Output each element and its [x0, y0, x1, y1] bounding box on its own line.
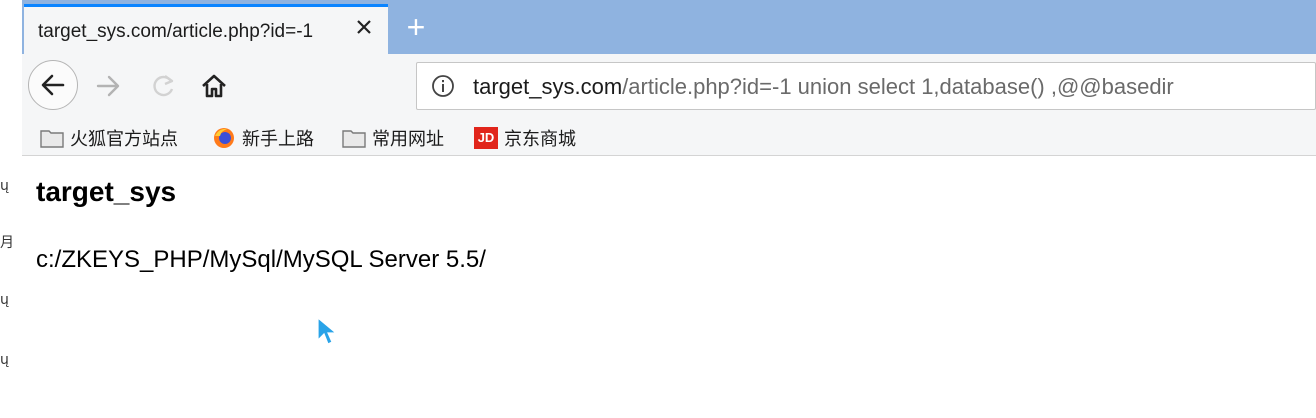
background-window-edge: ų 月 ų ų [0, 0, 23, 418]
query-result-text: c:/ZKEYS_PHP/MySql/MySQL Server 5.5/ [36, 246, 486, 273]
bookmarks-toolbar: 火狐官方站点 新手上路 常用网址 JD 京东商城 [22, 120, 1316, 156]
folder-icon [342, 127, 366, 149]
arrow-left-icon [41, 74, 65, 96]
page-heading: target_sys [36, 176, 177, 207]
url-host: target_sys.com [473, 74, 623, 99]
folder-icon [40, 127, 64, 149]
browser-window: target_sys.com/article.php?id=-1 + targe… [22, 0, 1316, 418]
jd-badge: JD [474, 127, 498, 149]
address-bar[interactable]: target_sys.com/article.php?id=-1 union s… [416, 62, 1316, 110]
arrow-right-icon [96, 75, 120, 97]
plus-icon: + [406, 9, 426, 45]
background-text-fragment: ų [0, 292, 9, 308]
home-button[interactable] [196, 68, 232, 104]
bookmark-label: 京东商城 [504, 129, 576, 150]
new-tab-button[interactable]: + [398, 10, 434, 46]
bookmark-common-sites[interactable]: 常用网址 [342, 124, 444, 152]
bookmark-label: 火狐官方站点 [70, 129, 178, 150]
page-content: target_sys c:/ZKEYS_PHP/MySql/MySQL Serv… [22, 156, 1316, 418]
bookmark-jd-mall[interactable]: JD 京东商城 [474, 124, 576, 152]
navigation-toolbar: target_sys.com/article.php?id=-1 union s… [22, 54, 1316, 120]
tab-active[interactable]: target_sys.com/article.php?id=-1 [24, 4, 388, 54]
background-text-fragment: ų [0, 178, 9, 194]
tab-title: target_sys.com/article.php?id=-1 [38, 21, 314, 42]
firefox-icon [212, 127, 236, 149]
close-icon[interactable] [352, 17, 376, 41]
bookmark-label: 常用网址 [372, 129, 444, 150]
bookmark-getting-started[interactable]: 新手上路 [212, 124, 314, 152]
forward-button[interactable] [90, 68, 126, 104]
tab-strip: target_sys.com/article.php?id=-1 + [22, 0, 1316, 54]
jd-icon: JD [474, 127, 498, 149]
home-icon [202, 74, 226, 98]
url-text[interactable]: target_sys.com/article.php?id=-1 union s… [473, 74, 1174, 100]
url-path: /article.php?id=-1 union select 1,databa… [622, 74, 1174, 99]
mouse-cursor-icon [317, 316, 338, 345]
bookmark-firefox-official[interactable]: 火狐官方站点 [40, 124, 178, 152]
back-button[interactable] [28, 60, 78, 110]
bookmark-label: 新手上路 [242, 129, 314, 150]
background-text-fragment: ų [0, 352, 9, 368]
background-text-fragment: 月 [0, 235, 14, 251]
info-icon[interactable] [431, 74, 455, 98]
reload-button[interactable] [146, 68, 182, 104]
reload-icon [153, 75, 174, 97]
